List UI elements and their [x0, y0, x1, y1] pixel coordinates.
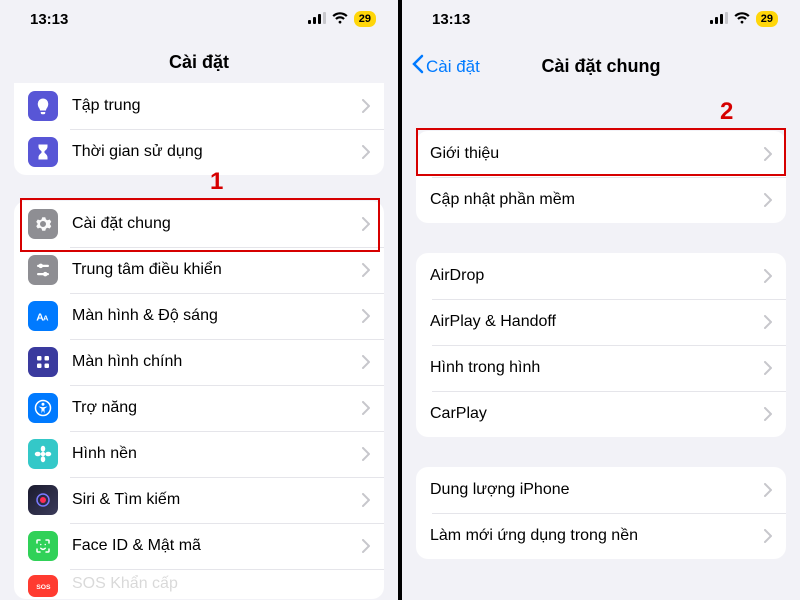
row-label: Giới thiệu	[430, 145, 764, 163]
chevron-right-icon	[362, 145, 370, 159]
row-pip[interactable]: Hình trong hình	[416, 345, 786, 391]
chevron-right-icon	[764, 361, 772, 375]
status-right: 29	[308, 11, 376, 28]
gear-icon	[28, 209, 58, 239]
row-about[interactable]: Giới thiệu	[416, 131, 786, 177]
row-label: Trung tâm điều khiển	[72, 261, 362, 279]
row-airdrop[interactable]: AirDrop	[416, 253, 786, 299]
callout-1: 1	[210, 168, 223, 196]
row-label: AirDrop	[430, 267, 764, 285]
chevron-left-icon	[412, 54, 424, 79]
row-accessibility[interactable]: Trợ năng	[14, 385, 384, 431]
row-bg-refresh[interactable]: Làm mới ứng dụng trong nền	[416, 513, 786, 559]
page-title: Cài đặt	[0, 38, 398, 83]
row-wallpaper[interactable]: Hình nền	[14, 431, 384, 477]
hourglass-icon	[28, 137, 58, 167]
settings-group-focus: Tập trung Thời gian sử dụng	[14, 83, 384, 175]
svg-text:SOS: SOS	[36, 584, 51, 591]
row-display[interactable]: AA Màn hình & Độ sáng	[14, 293, 384, 339]
chevron-right-icon	[764, 269, 772, 283]
row-label: Thời gian sử dụng	[72, 143, 362, 161]
row-storage[interactable]: Dung lượng iPhone	[416, 467, 786, 513]
row-software-update[interactable]: Cập nhật phần mềm	[416, 177, 786, 223]
focus-icon	[28, 91, 58, 121]
row-label: Face ID & Mật mã	[72, 537, 362, 555]
wifi-icon	[734, 11, 750, 28]
chevron-right-icon	[362, 263, 370, 277]
chevron-right-icon	[362, 217, 370, 231]
row-screentime[interactable]: Thời gian sử dụng	[14, 129, 384, 175]
chevron-right-icon	[362, 309, 370, 323]
row-label: Hình nền	[72, 445, 362, 463]
nav-bar: Cài đặt Cài đặt chung	[402, 38, 800, 97]
chevron-right-icon	[764, 483, 772, 497]
status-bar: 13:13 29	[0, 0, 398, 38]
signal-icon	[308, 11, 326, 28]
chevron-right-icon	[362, 99, 370, 113]
sliders-icon	[28, 255, 58, 285]
phone-general: 13:13 29 Cài đặt Cài đặt chung Giới thiệ…	[402, 0, 800, 600]
row-label: Tập trung	[72, 97, 362, 115]
row-airplay[interactable]: AirPlay & Handoff	[416, 299, 786, 345]
text-size-icon: AA	[28, 301, 58, 331]
row-label: Trợ năng	[72, 399, 362, 417]
status-right: 29	[710, 11, 778, 28]
status-bar: 13:13 29	[402, 0, 800, 38]
svg-text:A: A	[43, 314, 49, 323]
battery-indicator: 29	[354, 11, 376, 27]
sos-icon: SOS	[28, 575, 58, 597]
chevron-right-icon	[362, 493, 370, 507]
row-label: Dung lượng iPhone	[430, 481, 764, 499]
chevron-right-icon	[764, 147, 772, 161]
general-group-about: Giới thiệu Cập nhật phần mềm	[416, 131, 786, 223]
row-siri[interactable]: Siri & Tìm kiếm	[14, 477, 384, 523]
row-label: Làm mới ứng dụng trong nền	[430, 527, 764, 545]
status-time: 13:13	[432, 11, 470, 28]
chevron-right-icon	[764, 193, 772, 207]
settings-group-general: Cài đặt chung Trung tâm điều khiển AA Mà…	[14, 201, 384, 599]
battery-percent: 29	[756, 11, 778, 27]
row-general[interactable]: Cài đặt chung	[14, 201, 384, 247]
phone-settings: 13:13 29 Cài đặt Tập trung Thời gian sử …	[0, 0, 398, 600]
row-label: SOS Khẩn cấp	[72, 575, 370, 593]
back-button[interactable]: Cài đặt	[412, 54, 480, 79]
callout-2: 2	[720, 98, 733, 126]
chevron-right-icon	[362, 401, 370, 415]
row-focus[interactable]: Tập trung	[14, 83, 384, 129]
general-group-airdrop: AirDrop AirPlay & Handoff Hình trong hìn…	[416, 253, 786, 437]
row-sos[interactable]: SOS SOS Khẩn cấp	[14, 569, 384, 599]
apps-grid-icon	[28, 347, 58, 377]
row-label: AirPlay & Handoff	[430, 313, 764, 331]
row-faceid[interactable]: Face ID & Mật mã	[14, 523, 384, 569]
signal-icon	[710, 11, 728, 28]
row-label: Màn hình chính	[72, 353, 362, 371]
row-control-center[interactable]: Trung tâm điều khiển	[14, 247, 384, 293]
chevron-right-icon	[764, 407, 772, 421]
flower-icon	[28, 439, 58, 469]
wifi-icon	[332, 11, 348, 28]
row-carplay[interactable]: CarPlay	[416, 391, 786, 437]
page-title: Cài đặt chung	[541, 56, 660, 77]
chevron-right-icon	[362, 539, 370, 553]
battery-indicator: 29	[756, 11, 778, 27]
row-label: Màn hình & Độ sáng	[72, 307, 362, 325]
chevron-right-icon	[362, 447, 370, 461]
back-label: Cài đặt	[426, 57, 480, 77]
chevron-right-icon	[764, 529, 772, 543]
status-time: 13:13	[30, 11, 68, 28]
row-label: Cập nhật phần mềm	[430, 191, 764, 209]
chevron-right-icon	[764, 315, 772, 329]
faceid-icon	[28, 531, 58, 561]
battery-percent: 29	[354, 11, 376, 27]
row-homescreen[interactable]: Màn hình chính	[14, 339, 384, 385]
chevron-right-icon	[362, 355, 370, 369]
siri-icon	[28, 485, 58, 515]
accessibility-icon	[28, 393, 58, 423]
row-label: CarPlay	[430, 405, 764, 423]
row-label: Hình trong hình	[430, 359, 764, 377]
general-group-storage: Dung lượng iPhone Làm mới ứng dụng trong…	[416, 467, 786, 559]
row-label: Cài đặt chung	[72, 215, 362, 233]
row-label: Siri & Tìm kiếm	[72, 491, 362, 509]
